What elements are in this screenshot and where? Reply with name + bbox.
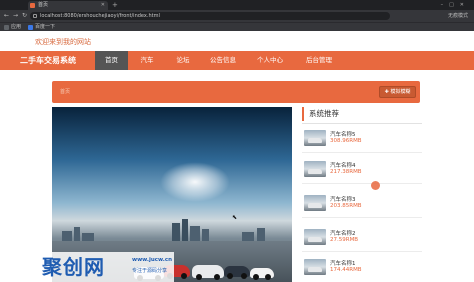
click-indicator-icon	[371, 181, 380, 190]
car-name[interactable]: 汽车名称5	[330, 130, 356, 138]
profile-indicator[interactable]: 无痕模式	[448, 10, 468, 22]
car-price: 27.59RMB	[330, 237, 359, 243]
item-divider	[302, 251, 422, 252]
url-text: localhost:8080/ershouchejiaoyi/front/ind…	[40, 13, 160, 19]
car-name[interactable]: 汽车名称4	[330, 161, 356, 169]
bookmark-label: 应用	[11, 24, 22, 30]
city-skyline	[52, 219, 292, 241]
car-silver	[192, 265, 224, 280]
nav-home[interactable]: 首页	[95, 51, 128, 70]
site-brand[interactable]: 二手车交易系统	[20, 51, 76, 70]
nav-admin[interactable]: 后台管理	[296, 51, 342, 70]
car-price: 217.38RMB	[330, 169, 362, 175]
browser-tab[interactable]: 首页 ✕	[28, 1, 108, 10]
breadcrumb[interactable]: 首页	[60, 81, 70, 103]
apps-icon	[4, 25, 9, 30]
car-name[interactable]: 汽车名称1	[330, 259, 356, 267]
watermark-url: www.jucw.cn	[132, 257, 173, 263]
tab-close-icon[interactable]: ✕	[101, 1, 105, 10]
list-item[interactable]: 汽车名称3 203.85RMB	[302, 190, 422, 218]
car-name[interactable]: 汽车名称3	[330, 195, 356, 203]
car-white-small	[250, 268, 274, 280]
bookmark-label: 百度一下	[35, 24, 56, 30]
car-name[interactable]: 汽车名称2	[330, 229, 356, 237]
item-divider	[302, 217, 422, 218]
baidu-icon	[28, 25, 33, 30]
tab-title: 首页	[38, 2, 49, 8]
car-thumbnail[interactable]	[304, 259, 326, 275]
car-thumbnail[interactable]	[304, 161, 326, 177]
new-tab-button[interactable]: +	[112, 0, 118, 10]
sky-glow	[160, 162, 230, 202]
web-page: 欢迎来到我的网站 二手车交易系统 首页 汽车 论坛 公告信息 个人中心 后台管理…	[0, 31, 474, 282]
mouse-cursor-icon: ⬉	[232, 214, 238, 221]
car-price: 203.85RMB	[330, 203, 362, 209]
item-divider	[302, 152, 422, 153]
car-thumbnail[interactable]	[304, 130, 326, 146]
watermark-logo: 聚创网	[42, 255, 105, 279]
nav-announcements[interactable]: 公告信息	[202, 51, 244, 70]
tab-favicon-icon	[30, 3, 35, 8]
watermark-tagline: 专注于源码分享	[132, 268, 168, 274]
site-info-icon[interactable]	[33, 14, 37, 18]
main-nav: 二手车交易系统 首页 汽车 论坛 公告信息 个人中心 后台管理	[0, 51, 474, 70]
list-item[interactable]: 汽车名称2 27.59RMB	[302, 224, 422, 252]
watermark: 聚创网 www.jucw.cn 专注于源码分享	[40, 252, 174, 282]
breadcrumb-banner: 首页 ✚ 模拟模糊	[52, 81, 420, 103]
window-controls[interactable]: –□✕	[441, 0, 470, 10]
list-item[interactable]: 汽车名称5 308.96RMB	[302, 125, 422, 153]
list-item[interactable]: 汽车名称1 174.44RMB	[302, 254, 422, 282]
welcome-text: 欢迎来到我的网站	[35, 38, 91, 46]
address-bar: ←→↻ localhost:8080/ershouchejiaoyi/front…	[0, 10, 474, 22]
banner-action-button[interactable]: ✚ 模拟模糊	[379, 86, 416, 98]
bookmarks-bar: 应用 百度一下	[0, 22, 474, 31]
browser-tab-strip: 首页 ✕ + –□✕	[0, 0, 474, 10]
nav-cars[interactable]: 汽车	[130, 51, 164, 70]
url-field[interactable]: localhost:8080/ershouchejiaoyi/front/ind…	[30, 12, 390, 20]
car-thumbnail[interactable]	[304, 195, 326, 211]
nav-forum[interactable]: 论坛	[166, 51, 200, 70]
car-price: 308.96RMB	[330, 138, 362, 144]
sidebar-title: 系统推荐	[302, 107, 422, 121]
list-item[interactable]: 汽车名称4 217.38RMB	[302, 156, 422, 184]
browser-nav-buttons[interactable]: ←→↻	[4, 10, 31, 22]
sidebar-divider	[302, 123, 422, 124]
car-dark	[224, 266, 250, 279]
car-price: 174.44RMB	[330, 267, 362, 273]
recommendation-sidebar: 系统推荐 汽车名称5 308.96RMB 汽车名称4 217.38RMB 汽车名…	[302, 107, 422, 282]
nav-profile[interactable]: 个人中心	[248, 51, 292, 70]
item-divider	[302, 183, 422, 184]
car-thumbnail[interactable]	[304, 229, 326, 245]
